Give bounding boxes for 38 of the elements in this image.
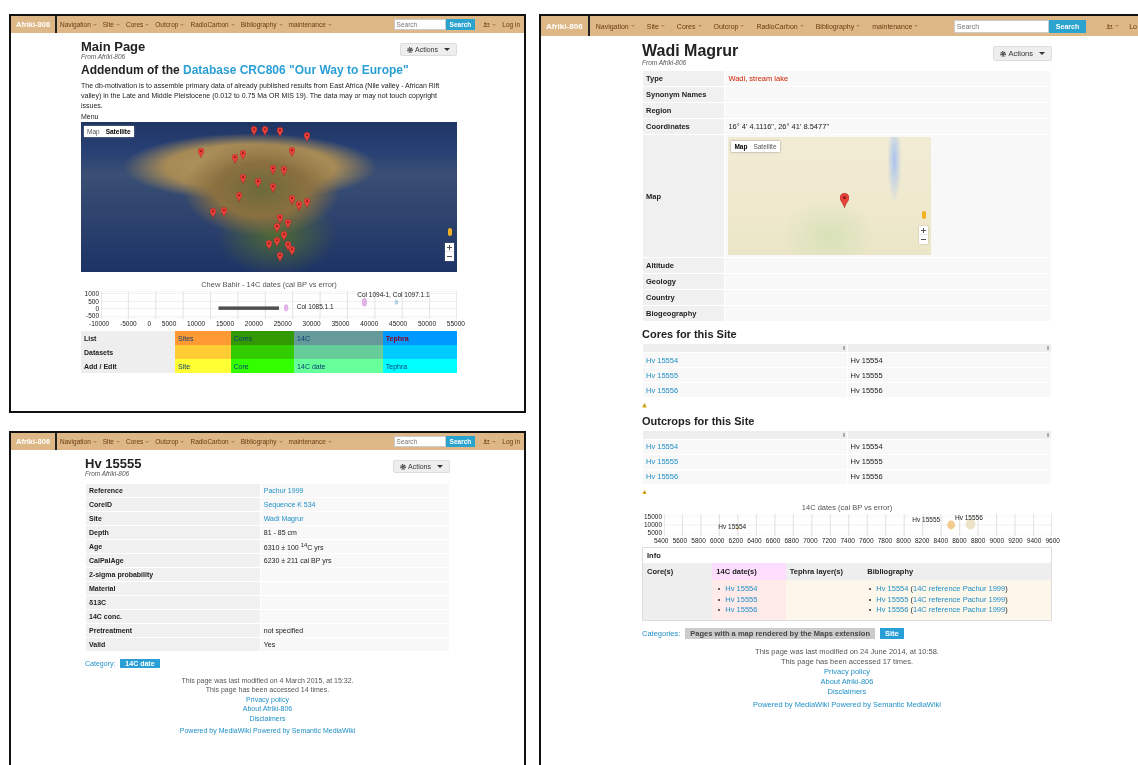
page-heading: Addendum of the Database CRC806 "Our Way to Europe" bbox=[81, 63, 410, 77]
users-icon bbox=[483, 22, 491, 27]
users-icon bbox=[483, 439, 491, 444]
zoom-out-button[interactable] bbox=[919, 235, 929, 244]
street-view-icon[interactable] bbox=[448, 228, 452, 237]
plus-icon bbox=[919, 226, 929, 235]
heading-link[interactable]: Database CRC806 "Our Way to Europe" bbox=[183, 63, 409, 77]
user-menu[interactable] bbox=[1106, 23, 1120, 29]
map-pin-icon[interactable] bbox=[840, 192, 850, 208]
section-heading: Cores for this Site bbox=[642, 328, 738, 340]
zoom-in-button[interactable] bbox=[445, 243, 454, 253]
column-header[interactable] bbox=[643, 430, 847, 439]
warning-icon bbox=[642, 403, 647, 408]
caret-icon bbox=[444, 48, 450, 51]
users-icon bbox=[1106, 23, 1114, 29]
map-pin-icon[interactable] bbox=[303, 131, 310, 142]
map-pin-icon[interactable] bbox=[250, 125, 257, 136]
zoom-in-button[interactable] bbox=[919, 226, 929, 235]
zoom-out-button[interactable] bbox=[445, 252, 454, 262]
gear-icon bbox=[407, 46, 414, 53]
plus-icon bbox=[445, 243, 454, 253]
caret-icon bbox=[437, 465, 443, 468]
sort-icon bbox=[842, 346, 845, 350]
table-cell bbox=[643, 580, 713, 620]
warning-icon bbox=[642, 489, 647, 494]
page-title: Main Page bbox=[81, 40, 146, 53]
page-title: Wadi Magrur bbox=[642, 43, 739, 59]
user-menu[interactable] bbox=[483, 22, 497, 27]
column-header[interactable] bbox=[847, 430, 1051, 439]
section-heading: Outcrops for this Site bbox=[642, 414, 756, 427]
user-menu[interactable] bbox=[483, 439, 497, 444]
gear-icon bbox=[1000, 50, 1007, 57]
page-title: Hv 15555 bbox=[85, 457, 142, 470]
sort-icon bbox=[842, 432, 845, 437]
map-pin-icon[interactable] bbox=[277, 127, 284, 138]
caret-icon bbox=[1039, 52, 1045, 55]
map-pin-icon[interactable] bbox=[262, 125, 269, 136]
gear-icon bbox=[400, 463, 407, 470]
